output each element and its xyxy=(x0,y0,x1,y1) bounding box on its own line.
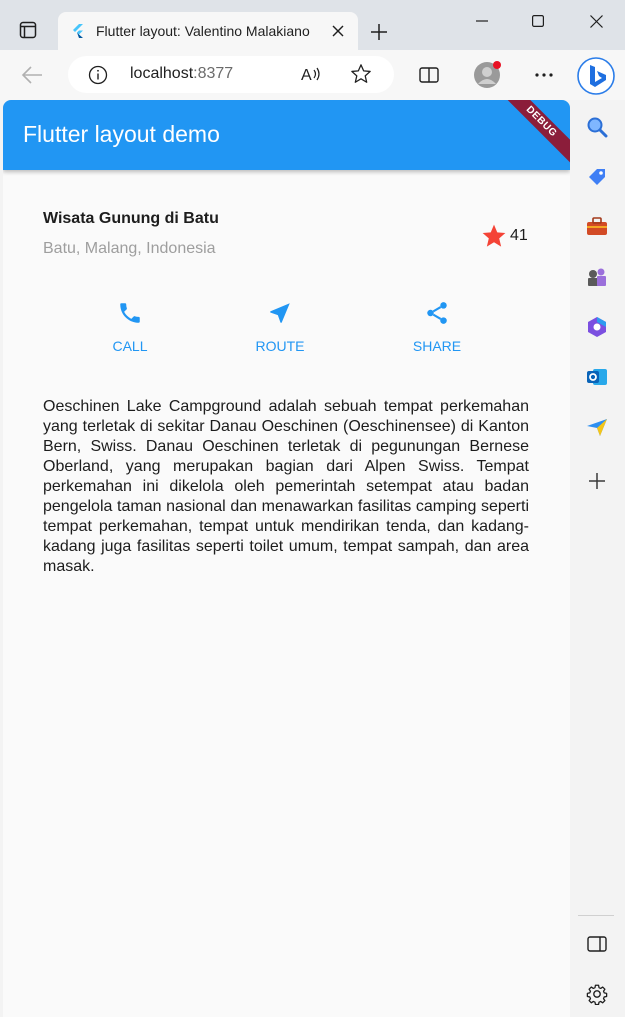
search-icon xyxy=(587,117,608,138)
sidebar-toggle-button[interactable] xyxy=(582,929,612,959)
route-label: ROUTE xyxy=(255,338,305,354)
minimize-button[interactable] xyxy=(462,8,502,34)
sidebar-tools-button[interactable] xyxy=(582,212,612,242)
share-icon xyxy=(427,302,447,324)
window-close-button[interactable] xyxy=(576,8,616,34)
tab-close-button[interactable] xyxy=(328,21,348,41)
share-label: SHARE xyxy=(412,338,462,354)
sidebar-send-button[interactable] xyxy=(582,412,612,442)
flutter-favicon-icon xyxy=(73,24,83,38)
star-icon xyxy=(482,224,506,247)
bing-icon xyxy=(577,57,615,95)
gear-icon xyxy=(586,984,608,1005)
maximize-icon xyxy=(532,15,544,27)
flutter-app-viewport: Flutter layout demo DEBUG Wisata Gunung … xyxy=(3,100,570,1017)
sidebar-shopping-button[interactable] xyxy=(582,162,612,192)
sidebar-search-button[interactable] xyxy=(582,112,612,142)
close-icon xyxy=(589,14,603,28)
browser-tab[interactable]: Flutter layout: Valentino Malakiano xyxy=(58,12,358,50)
route-button[interactable]: ROUTE xyxy=(240,300,320,354)
sidebar-games-button[interactable] xyxy=(582,262,612,292)
paper-plane-icon xyxy=(587,419,607,436)
browser-toolbar: localhost:8377 A xyxy=(0,50,625,100)
navigation-icon xyxy=(270,303,290,323)
svg-text:A: A xyxy=(301,67,312,84)
tab-actions-button[interactable] xyxy=(8,12,48,48)
sidebar-add-button[interactable] xyxy=(582,466,612,496)
close-icon xyxy=(332,25,344,37)
arrow-left-icon xyxy=(21,66,42,84)
sidebar-office-button[interactable] xyxy=(582,312,612,342)
plus-icon xyxy=(589,473,605,489)
tab-actions-icon xyxy=(19,21,37,39)
split-screen-button[interactable] xyxy=(414,60,444,90)
bing-copilot-button[interactable] xyxy=(576,56,616,96)
sidebar-divider xyxy=(578,915,614,916)
call-label: CALL xyxy=(112,338,148,354)
sidebar-panel-icon xyxy=(587,936,607,952)
rating-count: 41 xyxy=(510,227,528,244)
plus-icon xyxy=(371,24,387,40)
office-icon xyxy=(588,317,606,337)
share-button[interactable]: SHARE xyxy=(397,300,477,354)
read-aloud-icon[interactable]: A xyxy=(300,64,322,84)
profile-button[interactable] xyxy=(472,60,502,90)
new-tab-button[interactable] xyxy=(364,17,394,47)
url-host: localhost xyxy=(130,65,194,82)
shopping-tag-icon xyxy=(589,169,605,185)
avatar xyxy=(474,61,501,88)
place-description: Oeschinen Lake Campground adalah sebuah … xyxy=(43,398,529,575)
chess-icon xyxy=(588,268,606,286)
url-text[interactable]: localhost:8377 xyxy=(130,65,233,83)
maximize-button[interactable] xyxy=(518,8,558,34)
outlook-icon xyxy=(587,369,607,385)
toolbox-icon xyxy=(587,217,607,235)
address-bar[interactable]: localhost:8377 A xyxy=(68,56,394,93)
back-button[interactable] xyxy=(16,60,48,90)
info-icon[interactable] xyxy=(88,65,108,85)
browser-titlebar: Flutter layout: Valentino Malakiano xyxy=(0,0,625,50)
more-horizontal-icon xyxy=(535,73,553,77)
minimize-icon xyxy=(476,20,488,22)
call-button[interactable]: CALL xyxy=(90,300,170,354)
place-title: Wisata Gunung di Batu xyxy=(43,210,219,227)
tab-title: Flutter layout: Valentino Malakiano xyxy=(96,23,310,39)
favorite-rating[interactable]: 41 xyxy=(481,223,528,249)
place-location: Batu, Malang, Indonesia xyxy=(43,240,216,257)
app-bar: Flutter layout demo xyxy=(3,100,570,170)
sidebar-settings-button[interactable] xyxy=(582,979,612,1009)
split-screen-icon xyxy=(419,67,439,83)
favorite-star-icon[interactable] xyxy=(350,63,372,85)
phone-icon xyxy=(120,303,140,323)
more-button[interactable] xyxy=(529,60,559,90)
page-title: Flutter layout demo xyxy=(23,121,220,147)
url-port: :8377 xyxy=(193,65,234,82)
sidebar-outlook-button[interactable] xyxy=(582,362,612,392)
edge-sidebar xyxy=(570,100,625,1017)
